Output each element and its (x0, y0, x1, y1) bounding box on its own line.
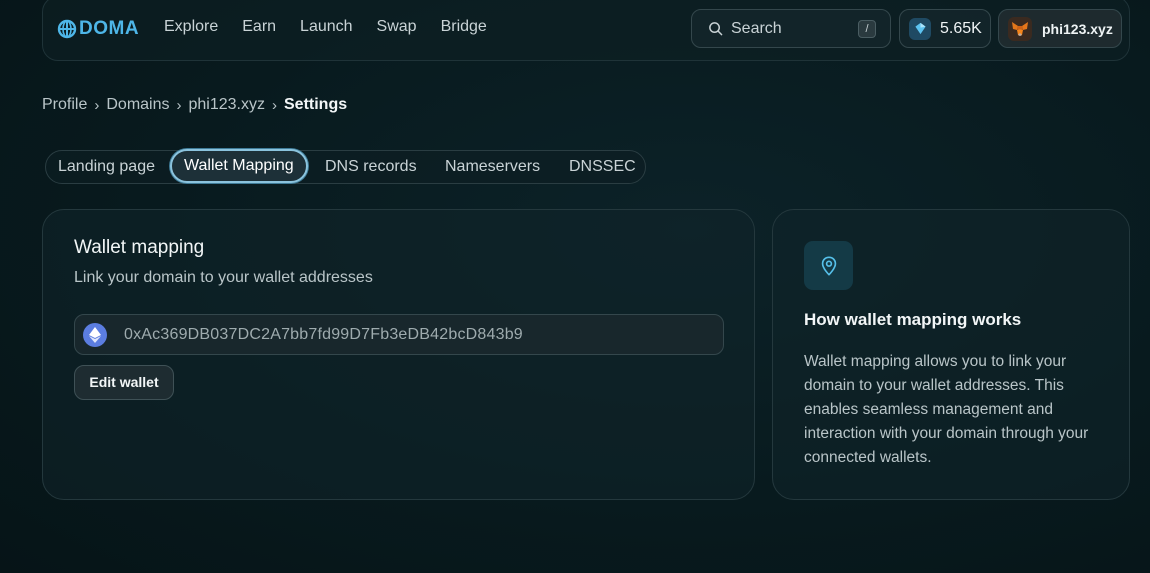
tab-landing-page[interactable]: Landing page (58, 151, 155, 183)
balance-value: 5.65K (940, 19, 982, 37)
gem-icon (909, 17, 931, 40)
location-pin-icon (804, 241, 853, 290)
breadcrumb-domain[interactable]: phi123.xyz (189, 96, 266, 114)
doma-logo[interactable]: DOMA (57, 17, 139, 41)
search-icon (709, 22, 723, 36)
metamask-fox-icon (1008, 16, 1032, 41)
points-balance[interactable]: 5.65K (899, 9, 991, 48)
tab-dnssec[interactable]: DNSSEC (569, 151, 636, 183)
chevron-right-icon: › (176, 96, 182, 114)
wallet-mapping-card: Wallet mapping Link your domain to your … (42, 209, 755, 500)
nav-launch[interactable]: Launch (300, 18, 353, 36)
nav-swap[interactable]: Swap (377, 18, 417, 36)
edit-wallet-button[interactable]: Edit wallet (74, 365, 174, 400)
info-body: Wallet mapping allows you to link your d… (804, 353, 1089, 466)
card-subtitle: Link your domain to your wallet addresse… (74, 269, 373, 286)
info-title: How wallet mapping works (804, 310, 1022, 329)
breadcrumb-profile[interactable]: Profile (42, 96, 87, 114)
search-shortcut-key: / (858, 20, 876, 38)
tab-dns-records[interactable]: DNS records (325, 151, 417, 183)
account-name: phi123.xyz (1042, 20, 1113, 37)
search-input[interactable]: Search / (691, 9, 891, 48)
tab-nameservers[interactable]: Nameservers (445, 151, 540, 183)
breadcrumb-domains[interactable]: Domains (106, 96, 169, 114)
nav-earn[interactable]: Earn (242, 18, 276, 36)
search-placeholder: Search (731, 19, 782, 37)
card-title: Wallet mapping (74, 237, 205, 258)
brand-name: DOMA (79, 18, 140, 39)
tab-wallet-mapping[interactable]: Wallet Mapping (170, 149, 308, 183)
main-nav: Explore Earn Launch Swap Bridge (164, 18, 511, 36)
breadcrumb: Profile › Domains › phi123.xyz › Setting… (42, 96, 347, 114)
nav-explore[interactable]: Explore (164, 18, 218, 36)
settings-tabs: Landing page Wallet Mapping DNS records … (45, 149, 646, 184)
how-it-works-card: How wallet mapping works Wallet mapping … (772, 209, 1130, 500)
breadcrumb-current: Settings (284, 96, 348, 113)
wallet-address-field[interactable]: 0xAc369DB037DC2A7bb7fd99D7Fb3eDB42bcD843… (74, 314, 724, 355)
nav-bridge[interactable]: Bridge (441, 18, 487, 36)
account-button[interactable]: phi123.xyz (998, 9, 1122, 48)
doma-logo-icon (57, 19, 77, 39)
wallet-address-value: 0xAc369DB037DC2A7bb7fd99D7Fb3eDB42bcD843… (124, 325, 523, 343)
chevron-right-icon: › (94, 96, 100, 114)
ethereum-icon (83, 322, 107, 347)
chevron-right-icon: › (272, 96, 277, 114)
